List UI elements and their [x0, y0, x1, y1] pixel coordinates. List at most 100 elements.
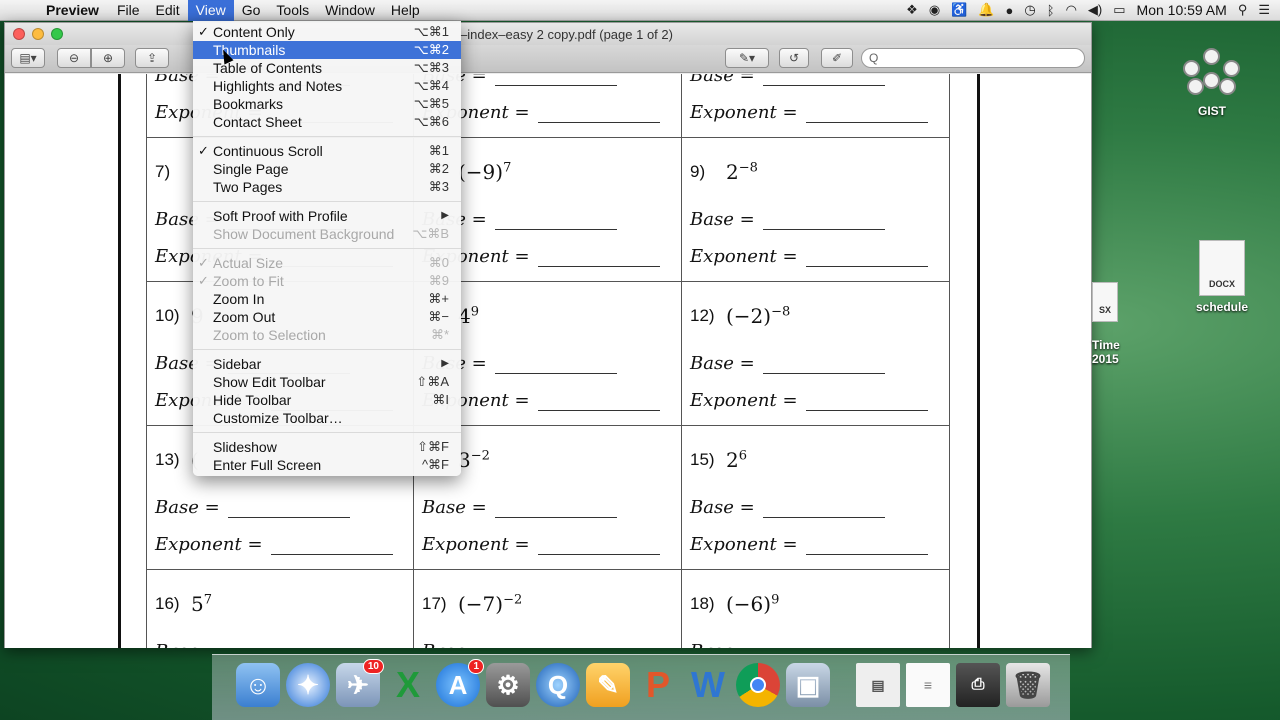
problem-number: 9): [690, 162, 706, 181]
menu-item-thumbnails[interactable]: Thumbnails ⌥⌘2: [193, 41, 461, 59]
menu-item-soft-proof-with-profile[interactable]: Soft Proof with Profile ▶: [193, 207, 461, 225]
expression-exponent: 9: [470, 304, 480, 320]
menu-item-zoom-out[interactable]: Zoom Out ⌘−: [193, 308, 461, 326]
powerpoint-icon[interactable]: P: [636, 663, 680, 707]
menu-item-bookmarks[interactable]: Bookmarks ⌥⌘5: [193, 95, 461, 113]
edit-toolbar-button[interactable]: ✐: [821, 48, 853, 68]
menu-item-shortcut: ⌘I: [432, 392, 449, 407]
zoom-button[interactable]: [51, 28, 63, 40]
trash-icon[interactable]: 🗑: [1006, 663, 1050, 707]
menu-item-actual-size[interactable]: ✓ Actual Size ⌘0: [193, 254, 461, 272]
bluetooth-icon[interactable]: ᛒ: [1047, 3, 1055, 18]
menu-item-sidebar[interactable]: Sidebar ▶: [193, 355, 461, 373]
menu-window[interactable]: Window: [317, 0, 383, 21]
time-machine-icon[interactable]: ◷: [1024, 2, 1035, 18]
notification-icon[interactable]: 🔔: [978, 2, 994, 18]
base-label: Base =: [690, 209, 755, 230]
menu-file[interactable]: File: [109, 0, 148, 21]
partial-file-label-1: Time: [1092, 338, 1120, 352]
quicktime-icon[interactable]: Q: [536, 663, 580, 707]
search-input[interactable]: Q: [861, 48, 1085, 68]
menu-view[interactable]: View: [187, 0, 234, 21]
dropbox-icon[interactable]: ❖: [906, 2, 918, 18]
share-button[interactable]: ⇪: [135, 48, 169, 68]
menu-item-zoom-in[interactable]: Zoom In ⌘+: [193, 290, 461, 308]
excel-icon[interactable]: X: [386, 663, 430, 707]
menu-item-shortcut: ⇧⌘F: [417, 439, 449, 454]
base-answer: Base =: [690, 353, 885, 374]
menu-item-show-document-background[interactable]: Show Document Background ⌥⌘B: [193, 225, 461, 243]
search-icon: Q: [869, 51, 879, 65]
volume-icon[interactable]: ◀): [1088, 2, 1102, 18]
exponent-label: Exponent =: [690, 390, 798, 411]
menu-item-enter-full-screen[interactable]: Enter Full Screen ^⌘F: [193, 456, 461, 474]
safari-icon[interactable]: ✦: [286, 663, 330, 707]
expression-exponent: −8: [738, 160, 758, 176]
menu-tools[interactable]: Tools: [268, 0, 317, 21]
menu-item-table-of-contents[interactable]: Table of Contents ⌥⌘3: [193, 59, 461, 77]
menu-item-label: Content Only: [213, 24, 295, 40]
chat-icon[interactable]: ●: [1006, 3, 1014, 18]
menu-help[interactable]: Help: [383, 0, 428, 21]
expression-base: 5: [191, 592, 204, 616]
desktop-schedule[interactable]: DOCX schedule: [1192, 240, 1252, 314]
checkmark-icon: ✓: [198, 143, 209, 158]
menu-item-show-edit-toolbar[interactable]: Show Edit Toolbar ⇧⌘A: [193, 373, 461, 391]
pages-icon[interactable]: ✎: [586, 663, 630, 707]
base-answer: Base =: [155, 497, 350, 518]
menu-item-zoom-to-selection[interactable]: Zoom to Selection ⌘*: [193, 326, 461, 344]
document-area[interactable]: Base = Exponent = Base = Exponent = Base = Ex…: [5, 74, 1091, 648]
problem-expression: (−9)7: [458, 160, 511, 184]
menu-item-highlights-and-notes[interactable]: Highlights and Notes ⌥⌘4: [193, 77, 461, 95]
minimized-window-icon[interactable]: ▤: [856, 663, 900, 707]
menu-app-name[interactable]: Preview: [38, 0, 109, 21]
word-icon[interactable]: W: [686, 663, 730, 707]
document-icon[interactable]: ≡: [906, 663, 950, 707]
menu-go[interactable]: Go: [234, 0, 269, 21]
problem-expression: 57: [191, 592, 212, 616]
menu-item-customize-toolbar[interactable]: Customize Toolbar…: [193, 409, 461, 427]
zoom-in-button[interactable]: ⊕: [91, 48, 125, 68]
menu-item-continuous-scroll[interactable]: ✓ Continuous Scroll ⌘1: [193, 142, 461, 160]
mail-icon[interactable]: ✈ 10: [336, 659, 384, 707]
app-store-icon[interactable]: A1: [436, 659, 484, 707]
menu-item-contact-sheet[interactable]: Contact Sheet ⌥⌘6: [193, 113, 461, 131]
clock[interactable]: Mon 10:59 AM: [1137, 2, 1227, 18]
finder-icon[interactable]: ☺: [236, 663, 280, 707]
window-title: –index–easy 2 copy.pdf (page 1 of 2): [460, 27, 673, 42]
menu-item-shortcut: ⌘3: [428, 179, 449, 194]
menu-item-hide-toolbar[interactable]: Hide Toolbar ⌘I: [193, 391, 461, 409]
accessibility-icon[interactable]: ♿: [951, 2, 967, 18]
preview-icon[interactable]: ▣: [786, 663, 830, 707]
menu-edit[interactable]: Edit: [148, 0, 188, 21]
wifi-icon[interactable]: ◠: [1066, 2, 1077, 18]
battery-icon[interactable]: ▭: [1113, 2, 1125, 18]
system-preferences-icon[interactable]: ⚙: [486, 663, 530, 707]
menu-item-zoom-to-fit[interactable]: ✓ Zoom to Fit ⌘9: [193, 272, 461, 290]
record-icon[interactable]: ◉: [929, 2, 940, 18]
markup-button[interactable]: ✎▾: [725, 48, 769, 68]
printer-icon[interactable]: ⎙: [956, 663, 1000, 707]
submenu-arrow-icon: ▶: [441, 358, 449, 369]
desktop-gist[interactable]: GIST: [1180, 48, 1244, 118]
menu-item-single-page[interactable]: Single Page ⌘2: [193, 160, 461, 178]
menu-item-content-only[interactable]: ✓ Content Only ⌥⌘1: [193, 23, 461, 41]
base-answer: Base =: [690, 209, 885, 230]
rotate-button[interactable]: ↺: [779, 48, 809, 68]
minimize-button[interactable]: [32, 28, 44, 40]
chrome-icon[interactable]: [736, 663, 780, 707]
close-button[interactable]: [13, 28, 25, 40]
notification-center-icon[interactable]: ☰: [1258, 2, 1270, 18]
docx-file-icon: DOCX: [1199, 240, 1245, 296]
title-bar[interactable]: –index–easy 2 copy.pdf (page 1 of 2): [5, 23, 1091, 45]
menu-item-slideshow[interactable]: Slideshow ⇧⌘F: [193, 438, 461, 456]
expression-exponent: −2: [470, 448, 490, 464]
zoom-out-button[interactable]: ⊖: [57, 48, 91, 68]
sidebar-view-button[interactable]: ▤▾: [11, 48, 45, 68]
spotlight-icon[interactable]: ⚲: [1238, 2, 1248, 18]
desktop-partial-file[interactable]: SX Time 2015: [1092, 282, 1132, 366]
menu-item-two-pages[interactable]: Two Pages ⌘3: [193, 178, 461, 196]
menu-separator: [193, 248, 461, 249]
problem-expression: 2−8: [726, 160, 758, 184]
expression-base: (−9): [458, 160, 504, 184]
